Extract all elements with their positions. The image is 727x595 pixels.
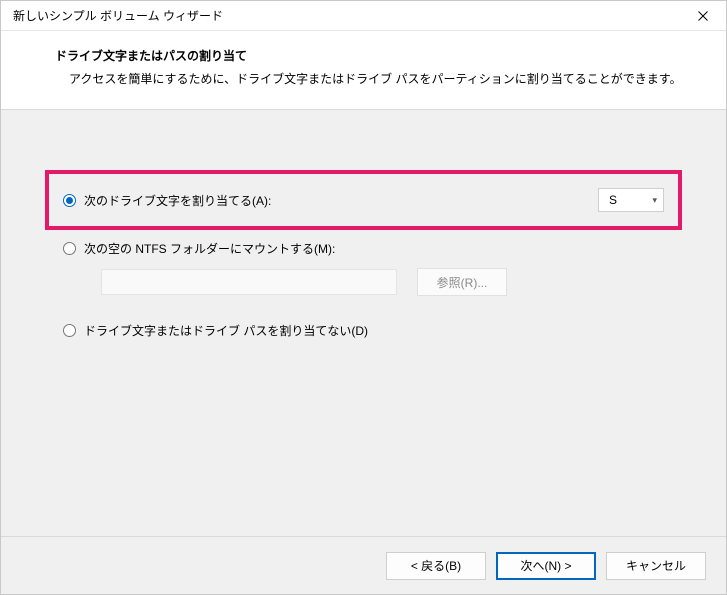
option-assign-label: 次のドライブ文字を割り当てる(A): xyxy=(84,192,271,209)
page-description: アクセスを簡単にするために、ドライブ文字またはドライブ パスをパーティションに割… xyxy=(55,70,698,87)
wizard-footer: < 戻る(B) 次へ(N) > キャンセル xyxy=(1,536,726,594)
option-no-assign[interactable]: ドライブ文字またはドライブ パスを割り当てない(D) xyxy=(63,318,682,342)
option-mount-label: 次の空の NTFS フォルダーにマウントする(M): xyxy=(84,240,335,257)
radio-no-assign[interactable] xyxy=(63,324,76,337)
wizard-window: 新しいシンプル ボリューム ウィザード ドライブ文字またはパスの割り当て アクセ… xyxy=(0,0,727,595)
radio-mount-ntfs[interactable] xyxy=(63,242,76,255)
option-no-assign-label: ドライブ文字またはドライブ パスを割り当てない(D) xyxy=(84,322,368,339)
option-assign-drive-letter[interactable]: 次のドライブ文字を割り当てる(A): S ▾ xyxy=(63,188,664,212)
close-button[interactable] xyxy=(680,1,726,31)
close-icon xyxy=(698,11,708,21)
next-button[interactable]: 次へ(N) > xyxy=(496,552,596,580)
chevron-down-icon: ▾ xyxy=(652,195,657,206)
page-title: ドライブ文字またはパスの割り当て xyxy=(55,47,698,64)
option-mount-ntfs[interactable]: 次の空の NTFS フォルダーにマウントする(M): xyxy=(63,236,682,260)
radio-assign-drive-letter[interactable] xyxy=(63,194,76,207)
mount-path-row: 参照(R)... xyxy=(63,268,682,296)
window-title: 新しいシンプル ボリューム ウィザード xyxy=(13,7,223,24)
titlebar: 新しいシンプル ボリューム ウィザード xyxy=(1,1,726,31)
wizard-header: ドライブ文字またはパスの割り当て アクセスを簡単にするために、ドライブ文字または… xyxy=(1,31,726,110)
back-button[interactable]: < 戻る(B) xyxy=(386,552,486,580)
drive-letter-select[interactable]: S ▾ xyxy=(598,188,664,212)
mount-path-input xyxy=(101,269,397,295)
wizard-body: 次のドライブ文字を割り当てる(A): S ▾ 次の空の NTFS フォルダーにマ… xyxy=(1,110,726,536)
highlight-annotation: 次のドライブ文字を割り当てる(A): S ▾ xyxy=(45,170,682,230)
drive-letter-value: S xyxy=(609,193,617,207)
cancel-button[interactable]: キャンセル xyxy=(606,552,706,580)
browse-button: 参照(R)... xyxy=(417,268,507,296)
